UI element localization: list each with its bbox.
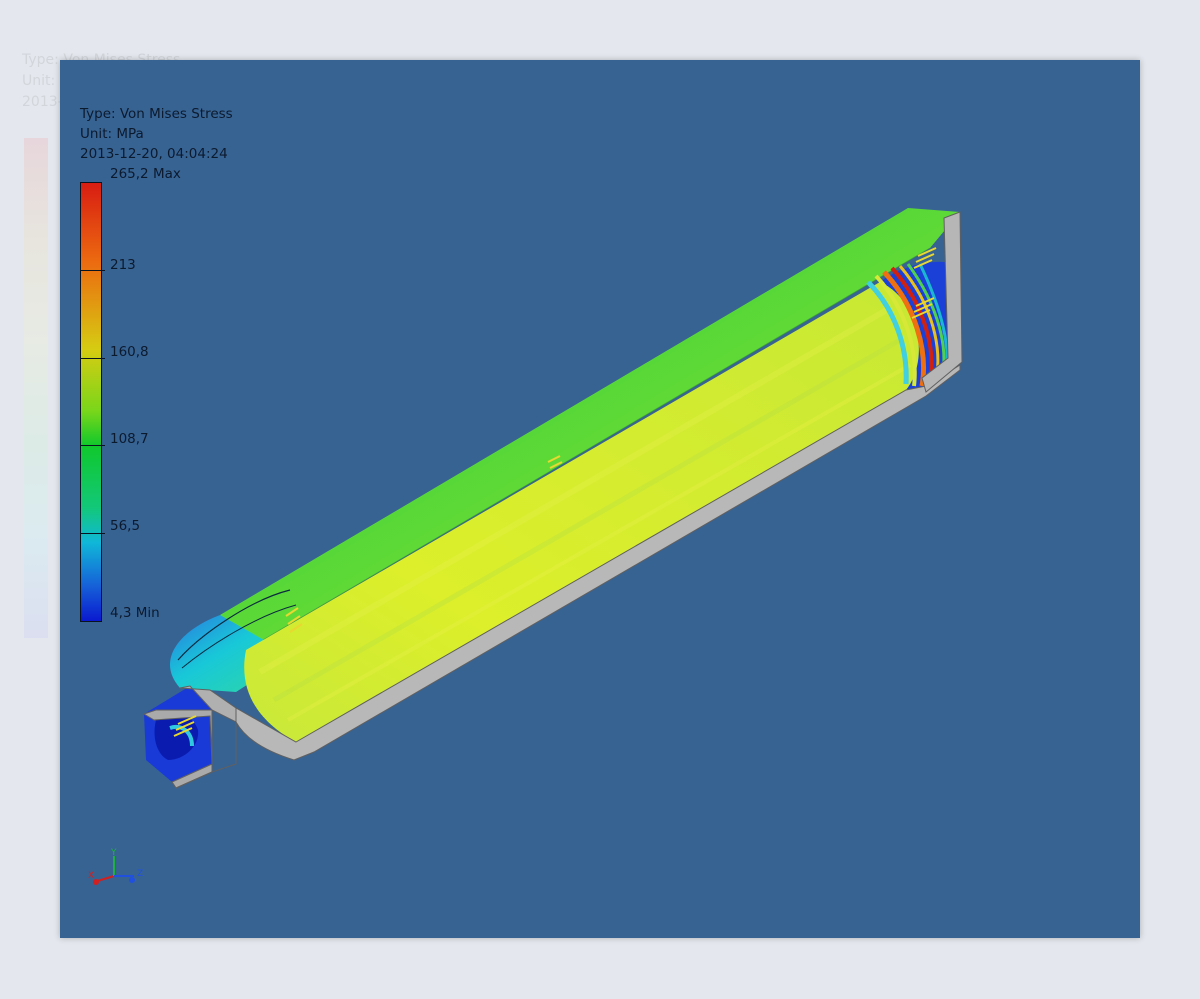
min-value-label: 4,3 Min (110, 605, 160, 621)
result-type-label: Type: Von Mises Stress (80, 106, 233, 122)
max-value-label: 265,2 Max (110, 166, 181, 182)
stress-legend: Type: Von Mises Stress Unit: MPa 2013-12… (80, 104, 233, 622)
z-axis-label: Z (137, 869, 143, 879)
stress-model[interactable] (60, 60, 1140, 938)
scale-value-label: 160,8 (110, 344, 149, 360)
unit-label: Unit: MPa (80, 126, 144, 142)
scale-value-label: 56,5 (110, 518, 141, 534)
ghost-colorbar (24, 138, 48, 638)
axis-triad-icon[interactable]: X Y Z (84, 846, 154, 894)
scale-tick (81, 358, 105, 359)
scale-value-label: 213 (110, 257, 136, 273)
inner-cavity (244, 281, 941, 742)
scale-tick (81, 270, 105, 271)
y-axis-label: Y (110, 848, 117, 858)
scale-tick (81, 445, 105, 446)
color-scale-bar (80, 182, 105, 622)
timestamp-label: 2013-12-20, 04:04:24 (80, 146, 228, 162)
scale-tick (81, 533, 105, 534)
analysis-viewport[interactable]: Type: Von Mises Stress Unit: MPa 2013-12… (60, 60, 1140, 938)
scale-value-label: 108,7 (110, 431, 149, 447)
x-axis-label: X (88, 871, 94, 881)
